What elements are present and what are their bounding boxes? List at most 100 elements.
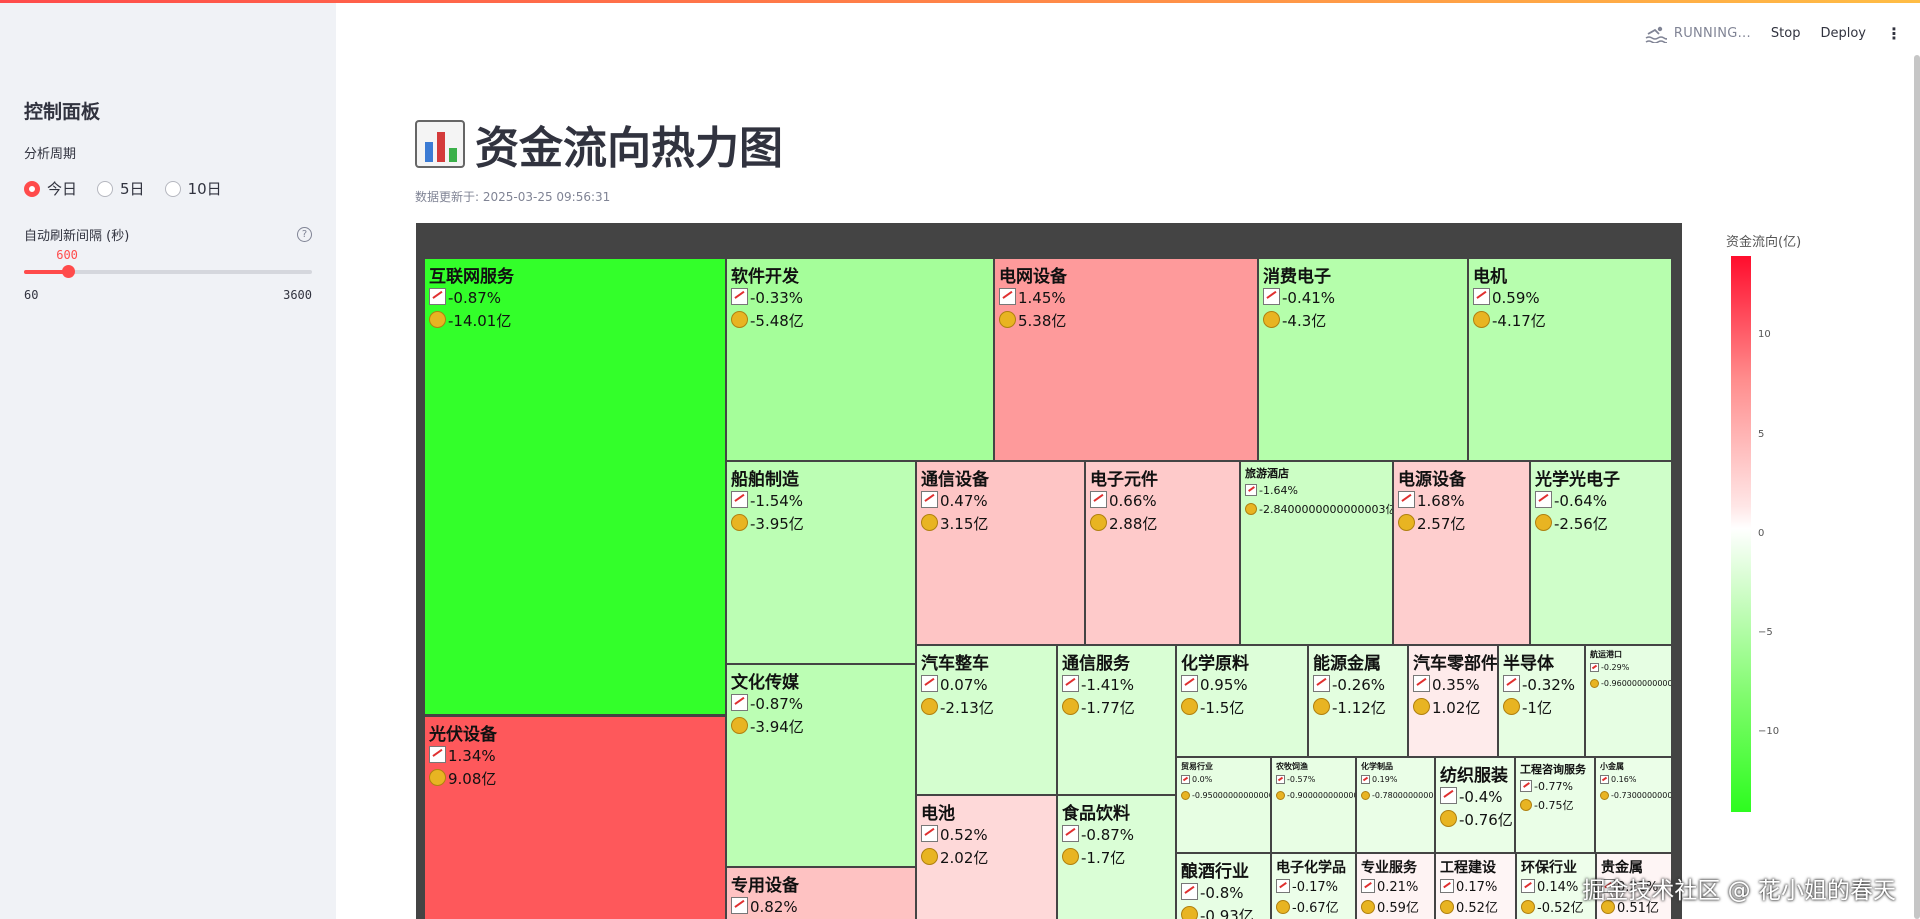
chart-increasing-icon — [921, 825, 938, 842]
tile-value: -3.95亿 — [750, 515, 804, 533]
money-bag-icon — [1181, 791, 1190, 800]
treemap-tile[interactable]: 电子元件 0.66% 2.88亿 — [1085, 461, 1240, 645]
chart-increasing-icon — [1276, 879, 1290, 893]
tile-value: 0.95% — [1200, 676, 1248, 694]
period-radio-today[interactable]: 今日 — [24, 178, 77, 199]
tile-change-percent: -0.77% — [1520, 777, 1590, 796]
tile-fund-flow: -1.77亿 — [1062, 697, 1171, 720]
tile-value: -1亿 — [1522, 699, 1552, 717]
app-toolbar: RUNNING... Stop Deploy ⋮ — [1645, 24, 1902, 43]
tile-change-percent: -0.32% — [1503, 674, 1580, 697]
tile-name: 文化传媒 — [731, 673, 799, 693]
tile-value: 0.66% — [1109, 492, 1157, 510]
period-radio-10d[interactable]: 10日 — [164, 178, 222, 199]
treemap-tile[interactable]: 能源金属 -0.26% -1.12亿 — [1308, 645, 1408, 757]
page-scrollbar[interactable] — [1914, 55, 1920, 919]
tile-fund-flow: 5.38亿 — [999, 310, 1253, 333]
treemap-tile[interactable]: 电池 0.52% 2.02亿 — [916, 795, 1057, 919]
chart-increasing-icon — [1313, 675, 1330, 692]
tile-change-percent: 1.45% — [999, 287, 1253, 310]
slider-thumb[interactable] — [62, 265, 76, 278]
tile-value: -0.17% — [1292, 880, 1338, 895]
tile-value: 9.08亿 — [448, 770, 497, 788]
treemap-tile[interactable]: 通信设备 0.47% 3.15亿 — [916, 461, 1085, 645]
treemap-tile[interactable]: 光伏设备 1.34% 9.08亿 — [424, 716, 726, 919]
slider-value: 600 — [56, 248, 78, 262]
treemap-tile[interactable]: 纺织服装 -0.4% -0.76亿 — [1435, 757, 1515, 853]
tile-value: -1.5亿 — [1200, 699, 1245, 717]
chart-increasing-icon — [921, 491, 938, 508]
treemap-tile[interactable]: 工程咨询服务 -0.77% -0.75亿 — [1515, 757, 1595, 853]
chart-increasing-icon — [731, 288, 748, 305]
treemap-tile[interactable]: 互联网服务 -0.87% -14.01亿 — [424, 258, 726, 715]
tile-fund-flow: -0.7300000000000001亿 — [1600, 788, 1671, 804]
tile-value: -0.32% — [1522, 676, 1576, 694]
treemap-tile[interactable]: 汽车整车 0.07% -2.13亿 — [916, 645, 1057, 795]
treemap-tile[interactable]: 船舶制造 -1.54% -3.95亿 — [726, 461, 916, 664]
treemap-tile[interactable]: 贸易行业 0.0% -0.9500000000000001亿 — [1176, 757, 1271, 853]
treemap-tile[interactable]: 旅游酒店 -1.64% -2.8400000000000003亿 — [1240, 461, 1393, 645]
treemap-tile[interactable]: 航运港口 -0.29% -0.9600000000000001亿 — [1585, 645, 1672, 757]
tile-fund-flow: -1亿 — [1503, 697, 1580, 720]
colorbar-title: 资金流向(亿) — [1726, 235, 1802, 250]
colorbar — [1731, 256, 1751, 812]
money-bag-icon — [921, 698, 938, 715]
treemap-tile[interactable]: 软件开发 -0.33% -5.48亿 — [726, 258, 994, 461]
treemap-tile[interactable]: 食品饮料 -0.87% -1.7亿 — [1057, 795, 1176, 919]
running-status: RUNNING... — [1645, 25, 1751, 43]
treemap-tile[interactable]: 酿酒行业 -0.8% -0.93亿 — [1176, 853, 1271, 919]
tile-change-percent: -1.54% — [731, 490, 911, 513]
tile-fund-flow: -0.9000000000000001亿 — [1276, 788, 1355, 804]
money-bag-icon — [1600, 791, 1609, 800]
treemap-tile[interactable]: 专用设备 0.82% — [726, 867, 916, 919]
treemap-tile[interactable]: 化学原料 0.95% -1.5亿 — [1176, 645, 1308, 757]
treemap-tile[interactable]: 消费电子 -0.41% -4.3亿 — [1258, 258, 1468, 461]
chart-increasing-icon — [731, 897, 748, 914]
treemap-tile[interactable]: 文化传媒 -0.87% -3.94亿 — [726, 664, 916, 867]
treemap-chart[interactable]: 互联网服务 -0.87% -14.01亿 光伏设备 1.34% 9.08亿 软件开发 -0.3… — [416, 223, 1682, 919]
tile-value: -2.13亿 — [940, 699, 994, 717]
treemap-tile[interactable]: 电网设备 1.45% 5.38亿 — [994, 258, 1258, 461]
tile-fund-flow: 2.88亿 — [1090, 513, 1235, 536]
chart-increasing-icon — [731, 694, 748, 711]
tile-fund-flow: -0.93亿 — [1181, 905, 1266, 919]
period-radio-5d[interactable]: 5日 — [97, 178, 145, 199]
tile-fund-flow: -0.9600000000000001亿 — [1590, 676, 1671, 692]
chart-increasing-icon — [429, 746, 446, 763]
tile-value: -1.41% — [1081, 676, 1135, 694]
treemap-tile[interactable]: 半导体 -0.32% -1亿 — [1498, 645, 1585, 757]
tile-fund-flow: 1.02亿 — [1413, 697, 1493, 720]
radio-selected-icon — [24, 180, 40, 197]
tile-name: 食品饮料 — [1062, 804, 1130, 824]
treemap-tile[interactable]: 化学制品 0.19% -0.7800000000000002亿 — [1356, 757, 1435, 853]
treemap-tile[interactable]: 电机 0.59% -4.17亿 — [1468, 258, 1672, 461]
treemap-tile[interactable]: 光学光电子 -0.64% -2.56亿 — [1530, 461, 1672, 645]
tile-fund-flow: -2.13亿 — [921, 697, 1052, 720]
treemap-tile[interactable]: 通信服务 -1.41% -1.77亿 — [1057, 645, 1176, 795]
refresh-slider[interactable] — [24, 265, 312, 278]
treemap-tile[interactable]: 电子化学品 -0.17% -0.67亿 — [1271, 853, 1356, 919]
money-bag-icon — [1245, 503, 1257, 515]
money-bag-icon — [1276, 791, 1285, 800]
money-bag-icon — [1181, 698, 1198, 715]
treemap-tile[interactable]: 汽车零部件 0.35% 1.02亿 — [1408, 645, 1498, 757]
question-circle-icon[interactable]: ? — [297, 227, 312, 242]
money-bag-icon — [429, 311, 446, 328]
deploy-button[interactable]: Deploy — [1820, 26, 1866, 41]
tile-fund-flow: 0.59亿 — [1361, 898, 1430, 919]
treemap-tile[interactable]: 农牧饲渔 -0.57% -0.9000000000000001亿 — [1271, 757, 1356, 853]
tile-change-percent: 0.95% — [1181, 674, 1303, 697]
tile-value: -4.3亿 — [1282, 312, 1327, 330]
treemap-tile[interactable]: 电源设备 1.68% 2.57亿 — [1393, 461, 1530, 645]
kebab-menu-icon[interactable]: ⋮ — [1886, 24, 1902, 43]
tile-change-percent: 0.59% — [1473, 287, 1667, 310]
tile-change-percent: 1.68% — [1398, 490, 1525, 513]
colorbar-tick: 5 — [1758, 428, 1765, 440]
treemap-tile[interactable]: 小金属 0.16% -0.7300000000000001亿 — [1595, 757, 1672, 853]
radio-label: 5日 — [120, 180, 145, 198]
money-bag-icon — [1090, 514, 1107, 531]
treemap-tile[interactable]: 专业服务 0.21% 0.59亿 — [1356, 853, 1435, 919]
stop-button[interactable]: Stop — [1771, 26, 1801, 41]
tile-name: 专用设备 — [731, 876, 799, 896]
treemap-tile[interactable]: 工程建设 0.17% 0.52亿 — [1435, 853, 1516, 919]
